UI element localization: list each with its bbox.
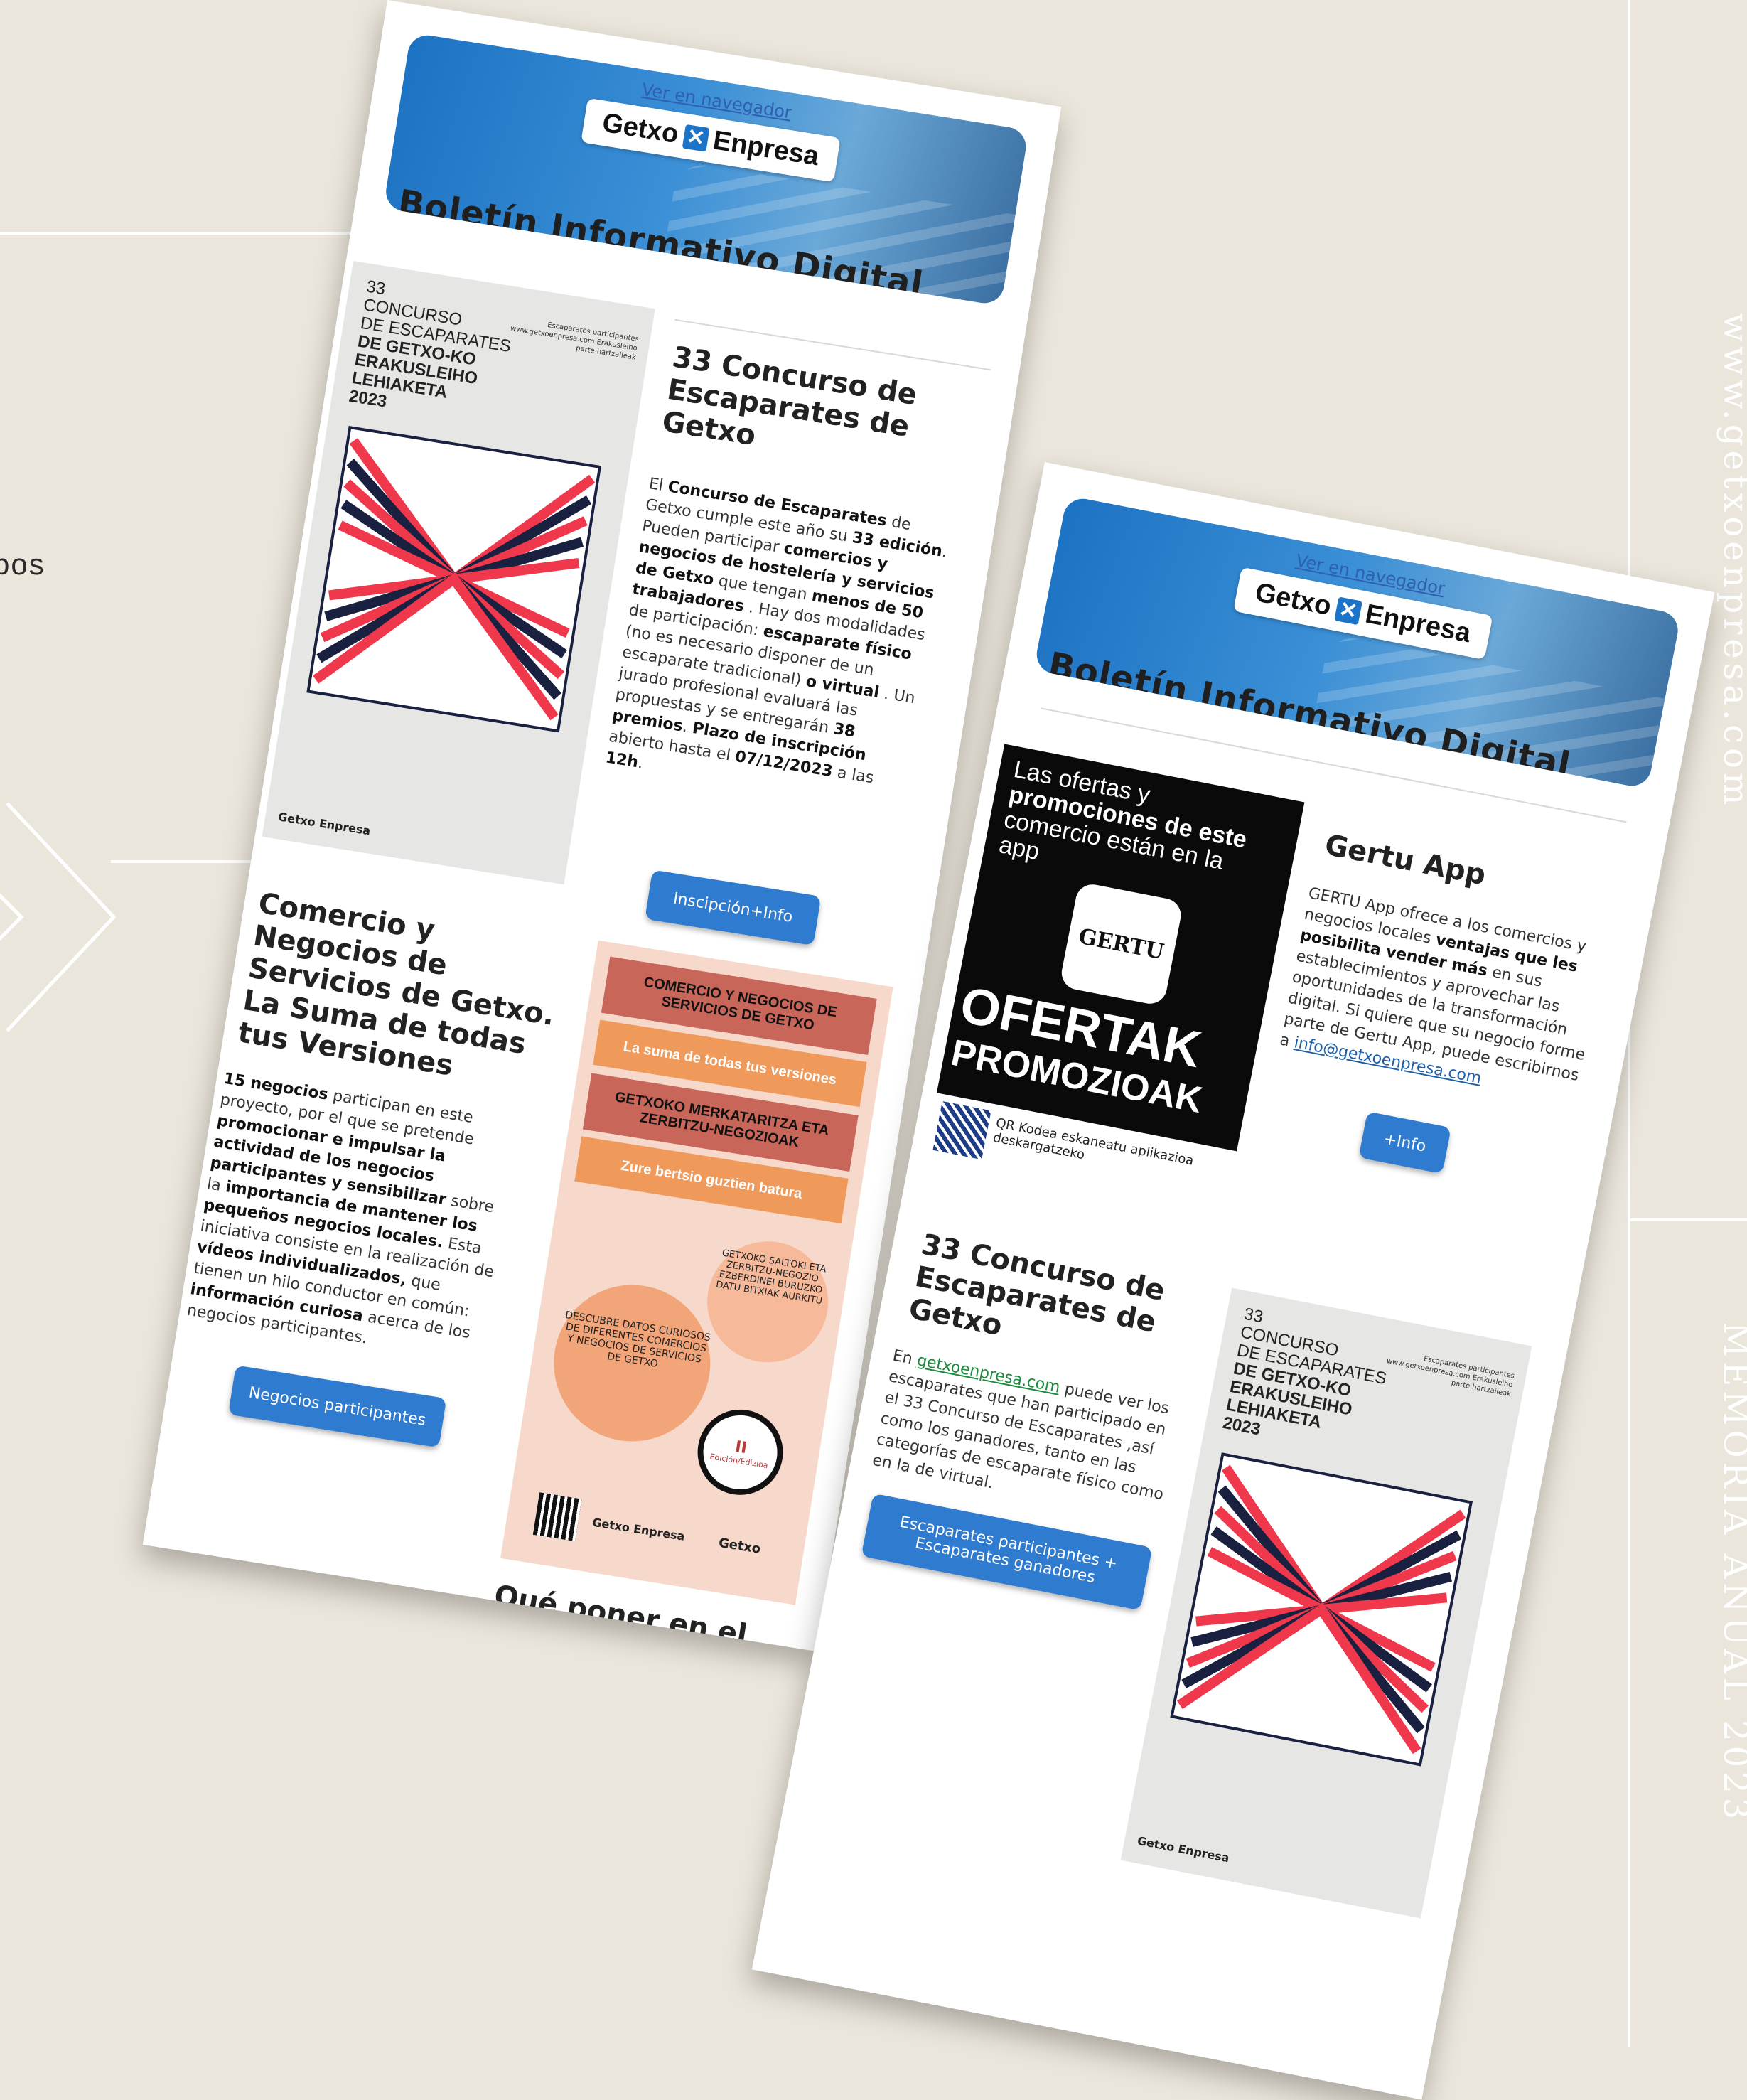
side-website-text: www.getxoenpresa.com: [1716, 313, 1747, 810]
magnifier-icon: II Edición/Edizioa: [691, 1403, 790, 1501]
newsletter-banner: Ver en navegador Getxo ✕ Enpresa Boletín…: [1033, 495, 1682, 790]
logo-text-getxo: Getxo: [600, 107, 681, 150]
gertu-qr-code-icon: [932, 1101, 991, 1160]
newsletter-banner: Ver en navegador Getxo ✕ Enpresa Boletín…: [383, 32, 1029, 306]
poster-footer-getxo: Getxo: [717, 1535, 762, 1557]
divider-line-top-left: [0, 232, 370, 235]
poster-title: 33 CONCURSO DE ESCAPARATES DE GETXO-KO E…: [348, 277, 518, 429]
poster-footer-logo: Getxo Enpresa: [276, 810, 372, 838]
comercio-description: 15 negocios participan en este proyecto,…: [186, 1068, 520, 1368]
poster-footer-logo: Getxo Enpresa: [591, 1515, 686, 1543]
logo-text-getxo: Getxo: [1252, 577, 1334, 622]
gertu-ad-headline: Las ofertas y promociones de este comerc…: [997, 756, 1254, 903]
poster-small-text: Escaparates participantes www.getxoenpre…: [1385, 1354, 1515, 1399]
poster-stripe-art: [306, 425, 602, 733]
concurso-description: El Concurso de Escaparates de Getxo cump…: [604, 473, 952, 816]
comercio-heading: Comercio y Negocios de Servicios de Getx…: [235, 886, 557, 1083]
text-run: En: [891, 1346, 919, 1369]
comercio-poster: COMERCIO Y NEGOCIOS DE SERVICIOS DE GETX…: [500, 940, 893, 1605]
chevron-decoration-icon: [0, 802, 117, 1032]
text-run-bold: 12h: [604, 749, 640, 772]
logo-text-enpresa: Enpresa: [711, 125, 822, 172]
poster-title: 33 CONCURSO DE ESCAPARATES DE GETXO-KO E…: [1221, 1305, 1395, 1461]
gertu-info-button[interactable]: +Info: [1358, 1111, 1451, 1174]
escaparates-poster: 33 CONCURSO DE ESCAPARATES DE GETXO-KO E…: [262, 261, 655, 885]
gertu-app-icon: GERTU: [1058, 882, 1184, 1007]
newsletter-date: Diciembre 2023: [1041, 687, 1178, 734]
text-run: El: [647, 475, 670, 496]
poster-small-text: Escaparates participantes www.getxoenpre…: [510, 321, 640, 362]
poster-footer-logo: Getxo Enpresa: [1136, 1833, 1231, 1865]
logo-x-icon: ✕: [1333, 596, 1362, 625]
qr-code-icon: [532, 1492, 582, 1542]
logo-x-icon: ✕: [682, 124, 710, 152]
side-memoria-text: MEMORIA ANUAL 2023: [1716, 1322, 1747, 1824]
poster-stripe-art: [1170, 1452, 1473, 1767]
concurso-heading: 33 Concurso de Escaparates de Getxo: [660, 341, 920, 453]
divider-line-right-horizontal: [1628, 1218, 1747, 1221]
inscripcion-info-button[interactable]: Inscipción+Info: [645, 869, 822, 946]
logo-text-enpresa: Enpresa: [1362, 599, 1473, 649]
gertu-description: GERTU App ofrece a los comercios y negoc…: [1278, 883, 1618, 1110]
text-run: a las: [831, 763, 876, 788]
gertu-app-ad: Las ofertas y promociones de este comerc…: [936, 744, 1305, 1152]
left-text-fragment: pos: [0, 547, 45, 581]
escaparates-poster: 33 CONCURSO DE ESCAPARATES DE GETXO-KO E…: [1120, 1287, 1532, 1919]
gertu-app-name: GERTU: [1076, 923, 1166, 965]
newsletter-date: Noviembre 2023: [392, 225, 535, 268]
edition-roman: II: [733, 1437, 748, 1458]
concurso-description: En getxoenpresa.com puede ver los escapa…: [871, 1346, 1188, 1528]
negocios-participantes-button[interactable]: Negocios participantes: [228, 1365, 447, 1448]
